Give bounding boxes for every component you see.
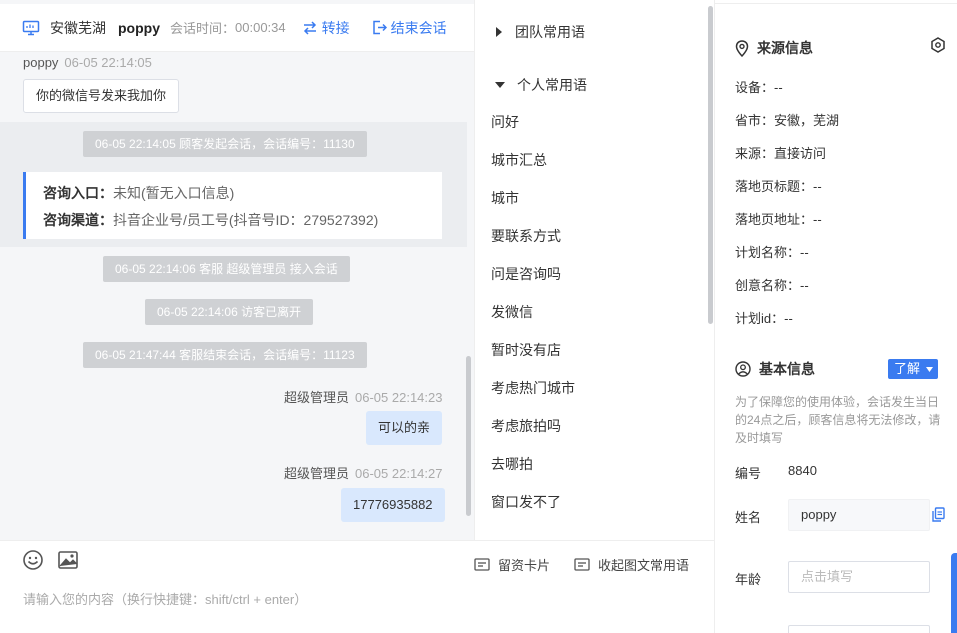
message-icon	[574, 557, 590, 571]
source-info-row: 设备：--	[735, 80, 783, 95]
source-info-row: 落地页标题：--	[735, 179, 822, 194]
system-message: 06-05 22:14:05 顾客发起会话，会话编号：11130	[83, 131, 367, 157]
phrase-group-label: 个人常用语	[517, 77, 587, 93]
visitor-location: 安徽芜湖	[50, 19, 106, 36]
collapse-phrases-label: 收起图文常用语	[598, 558, 690, 573]
exit-icon	[372, 20, 387, 35]
phrase-item[interactable]: 城市	[491, 188, 519, 208]
monitor-icon	[22, 20, 40, 35]
source-info-row: 创意名称：--	[735, 278, 809, 293]
consult-entry-label: 咨询入口：	[43, 185, 113, 201]
settings-hexagon-icon[interactable]	[930, 37, 946, 53]
age-input[interactable]	[801, 569, 921, 584]
phrase-item[interactable]: 暂时没有店	[491, 340, 561, 360]
collapse-phrases-button[interactable]: 收起图文常用语	[574, 555, 689, 574]
age-field[interactable]	[788, 561, 930, 593]
phrase-group-personal[interactable]: 个人常用语	[495, 75, 587, 95]
visitor-info-panel: 来源信息 设备：-- 省市：安徽，芜湖 来源：直接访问 落地页标题：-- 落地页…	[714, 0, 957, 633]
name-field: poppy	[788, 499, 930, 531]
next-field[interactable]	[788, 625, 930, 633]
phrase-item[interactable]: 问是咨询吗	[491, 264, 561, 284]
agent-message-meta: 超级管理员 06-05 22:14:23	[284, 387, 442, 406]
common-phrases-panel: 团队常用语 个人常用语 问好 城市汇总 城市 要联系方式 问是咨询吗 发微信 暂…	[474, 0, 714, 540]
message-composer: 留资卡片 收起图文常用语	[0, 540, 714, 633]
transfer-button[interactable]: 转接	[302, 18, 350, 38]
message-scrollbar[interactable]	[466, 356, 471, 516]
phrase-item[interactable]: 窗口发不了	[491, 492, 561, 512]
message-sender: 超级管理员	[284, 466, 350, 481]
consult-entry-value: 未知(暂无入口信息)	[113, 185, 235, 201]
phrase-item[interactable]: 问好	[491, 112, 519, 132]
consult-entry-row: 咨询入口：未知(暂无入口信息)	[43, 180, 442, 207]
basic-info-label: 基本信息	[759, 361, 815, 377]
image-icon[interactable]	[57, 549, 79, 571]
name-value: poppy	[801, 507, 837, 522]
divider	[715, 3, 957, 4]
floating-panel-edge[interactable]	[951, 553, 957, 633]
source-info-row: 来源：直接访问	[735, 146, 827, 161]
emoji-icon[interactable]	[22, 549, 44, 571]
chat-panel: 安徽芜湖 poppy 会话时间： 00:00:34 转接 结束会话 poppy 0…	[0, 0, 474, 633]
id-value: 8840	[788, 463, 817, 478]
age-label: 年龄	[735, 572, 762, 587]
user-circle-icon	[735, 361, 751, 377]
session-time-value: 00:00:34	[235, 20, 286, 35]
visitor-message-meta: poppy 06-05 22:14:05	[23, 55, 152, 70]
visitor-message-bubble: 你的微信号发来我加你	[23, 79, 180, 113]
caret-down-icon	[925, 367, 933, 373]
name-label: 姓名	[735, 510, 762, 525]
source-info-title: 来源信息	[735, 38, 813, 58]
lead-card-button[interactable]: 留资卡片	[474, 555, 550, 574]
source-info-row: 省市：安徽，芜湖	[735, 113, 840, 128]
source-info-row: 落地页地址：--	[735, 212, 822, 227]
phrase-item[interactable]: 城市汇总	[491, 150, 547, 170]
message-time: 06-05 22:14:27	[355, 466, 443, 481]
phrase-group-label: 团队常用语	[515, 24, 585, 40]
caret-down-icon	[495, 82, 505, 88]
chat-header: 安徽芜湖 poppy 会话时间： 00:00:34 转接 结束会话	[0, 4, 474, 52]
phrase-item[interactable]: 发微信	[491, 302, 533, 322]
system-message: 06-05 22:14:06 客服 超级管理员 接入会话	[103, 256, 350, 282]
consult-channel-label: 咨询渠道：	[43, 212, 113, 228]
agent-message-bubble: 17776935882	[341, 488, 445, 522]
message-sender: poppy	[23, 55, 59, 70]
consult-info-card: 咨询入口：未知(暂无入口信息) 咨询渠道：抖音企业号/员工号(抖音号ID：279…	[23, 172, 442, 239]
message-list[interactable]: poppy 06-05 22:14:05 你的微信号发来我加你 06-05 22:…	[0, 52, 474, 540]
agent-message-bubble: 可以的亲	[366, 411, 443, 445]
visitor-name: poppy	[118, 19, 160, 36]
caret-right-icon	[496, 27, 502, 37]
message-time: 06-05 22:14:05	[64, 55, 152, 70]
source-info-row: 计划id：--	[735, 311, 793, 326]
message-input[interactable]	[23, 587, 683, 611]
session-time-label: 会话时间：	[170, 21, 236, 36]
phrases-scrollbar[interactable]	[708, 6, 713, 324]
transfer-icon	[303, 20, 316, 35]
message-time: 06-05 22:14:23	[355, 390, 443, 405]
end-session-label: 结束会话	[390, 19, 447, 36]
end-session-button[interactable]: 结束会话	[372, 18, 447, 38]
learn-more-dropdown[interactable]: 了解	[888, 359, 938, 379]
lead-card-label: 留资卡片	[498, 558, 551, 573]
system-message: 06-05 21:47:44 客服结束会话，会话编号：11123	[83, 342, 367, 368]
phrase-item[interactable]: 考虑旅拍吗	[491, 416, 561, 436]
location-pin-icon	[735, 39, 749, 57]
phrase-item[interactable]: 考虑热门城市	[491, 378, 575, 398]
source-info-row: 计划名称：--	[735, 245, 809, 260]
consult-channel-row: 咨询渠道：抖音企业号/员工号(抖音号ID：279527392)	[43, 207, 442, 234]
message-sender: 超级管理员	[284, 390, 350, 405]
card-icon	[474, 557, 490, 571]
learn-more-label: 了解	[894, 361, 921, 376]
transfer-label: 转接	[321, 19, 350, 36]
consult-channel-value: 抖音企业号/员工号(抖音号ID：279527392)	[113, 212, 379, 228]
source-info-label: 来源信息	[757, 40, 813, 56]
copy-icon[interactable]	[932, 507, 945, 522]
system-message: 06-05 22:14:06 访客已离开	[145, 299, 314, 325]
phrase-item[interactable]: 去哪拍	[491, 454, 533, 474]
phrase-item[interactable]: 要联系方式	[491, 226, 561, 246]
agent-message-meta: 超级管理员 06-05 22:14:27	[284, 463, 442, 482]
basic-info-title: 基本信息	[735, 359, 815, 379]
edit-deadline-note: 为了保障您的使用体验，会话发生当日的24点之后，顾客信息将无法修改，请及时填写	[735, 395, 941, 445]
id-label: 编号	[735, 466, 762, 481]
phrase-group-team[interactable]: 团队常用语	[495, 22, 585, 42]
